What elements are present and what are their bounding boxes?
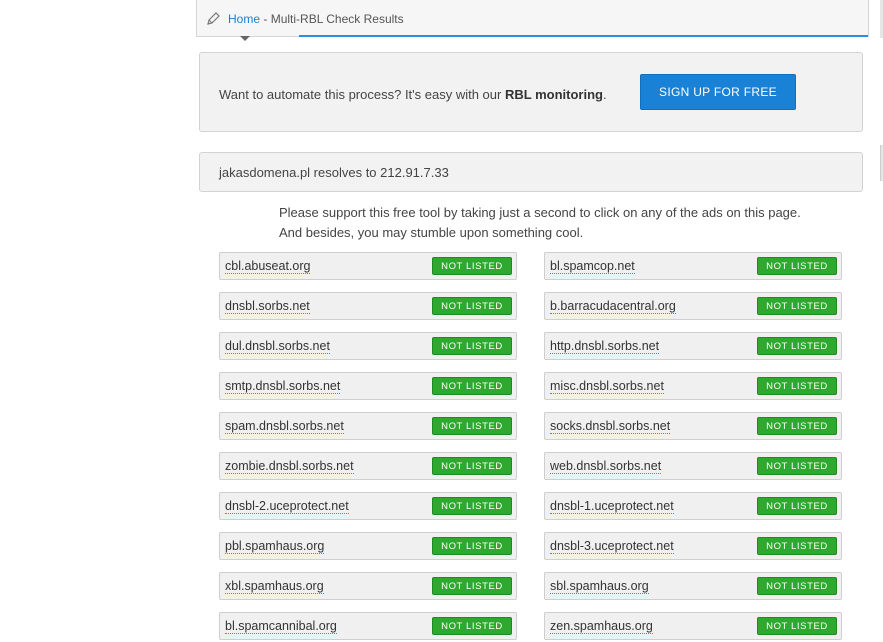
- promo-text-bold: RBL monitoring: [504, 87, 603, 102]
- status-badge: NOT LISTED: [757, 497, 837, 515]
- breadcrumb-bar: Home - Multi-RBL Check Results: [196, 0, 869, 37]
- promo-text: Want to automate this process? It's easy…: [219, 87, 607, 102]
- rbl-host-link[interactable]: dnsbl-2.uceprotect.net: [225, 499, 349, 514]
- rbl-host-link[interactable]: pbl.spamhaus.org: [225, 539, 325, 554]
- breadcrumb-separator: -: [263, 12, 268, 26]
- status-badge: NOT LISTED: [432, 577, 512, 595]
- rbl-result-row: smtp.dnsbl.sorbs.net NOT LISTED: [219, 372, 517, 400]
- rbl-host-link[interactable]: bl.spamcannibal.org: [225, 619, 337, 634]
- rbl-host-link[interactable]: sbl.spamhaus.org: [550, 579, 649, 594]
- support-line-1: Please support this free tool by taking …: [279, 205, 801, 220]
- rbl-result-row: xbl.spamhaus.org NOT LISTED: [219, 572, 517, 600]
- support-line-2: And besides, you may stumble upon someth…: [279, 225, 584, 240]
- rbl-host-link[interactable]: spam.dnsbl.sorbs.net: [225, 419, 344, 434]
- status-badge: NOT LISTED: [757, 297, 837, 315]
- rbl-host-link[interactable]: xbl.spamhaus.org: [225, 579, 324, 594]
- breadcrumb: Home - Multi-RBL Check Results: [228, 12, 404, 26]
- rbl-host-link[interactable]: b.barracudacentral.org: [550, 299, 676, 314]
- status-badge: NOT LISTED: [432, 497, 512, 515]
- rbl-result-row: web.dnsbl.sorbs.net NOT LISTED: [544, 452, 842, 480]
- status-badge: NOT LISTED: [432, 417, 512, 435]
- rbl-host-link[interactable]: http.dnsbl.sorbs.net: [550, 339, 660, 354]
- rbl-result-row: pbl.spamhaus.org NOT LISTED: [219, 532, 517, 560]
- promo-text-tail: .: [602, 87, 607, 102]
- rbl-result-row: misc.dnsbl.sorbs.net NOT LISTED: [544, 372, 842, 400]
- status-badge: NOT LISTED: [432, 257, 512, 275]
- status-badge: NOT LISTED: [757, 257, 837, 275]
- rbl-result-row: bl.spamcannibal.org NOT LISTED: [219, 612, 517, 640]
- rbl-host-link[interactable]: dul.dnsbl.sorbs.net: [225, 339, 330, 354]
- status-badge: NOT LISTED: [432, 537, 512, 555]
- rbl-result-row: dnsbl-2.uceprotect.net NOT LISTED: [219, 492, 517, 520]
- rbl-host-link[interactable]: dnsbl.sorbs.net: [225, 299, 310, 314]
- pencil-icon: [206, 12, 220, 26]
- rbl-result-row: dnsbl-1.uceprotect.net NOT LISTED: [544, 492, 842, 520]
- rbl-result-row: dnsbl.sorbs.net NOT LISTED: [219, 292, 517, 320]
- promo-text-lead: Want to automate this process? It's easy…: [219, 87, 502, 102]
- rbl-result-row: dnsbl-3.uceprotect.net NOT LISTED: [544, 532, 842, 560]
- breadcrumb-home-link[interactable]: Home: [228, 12, 260, 26]
- status-badge: NOT LISTED: [757, 377, 837, 395]
- status-badge: NOT LISTED: [757, 577, 837, 595]
- rbl-host-link[interactable]: bl.spamcop.net: [550, 259, 635, 274]
- rbl-result-row: socks.dnsbl.sorbs.net NOT LISTED: [544, 412, 842, 440]
- rbl-host-link[interactable]: smtp.dnsbl.sorbs.net: [225, 379, 341, 394]
- rbl-host-link[interactable]: dnsbl-3.uceprotect.net: [550, 539, 674, 554]
- page: Home - Multi-RBL Check Results Want to a…: [0, 0, 883, 642]
- rbl-result-row: b.barracudacentral.org NOT LISTED: [544, 292, 842, 320]
- status-badge: NOT LISTED: [757, 337, 837, 355]
- rbl-result-row: bl.spamcop.net NOT LISTED: [544, 252, 842, 280]
- status-badge: NOT LISTED: [757, 537, 837, 555]
- rbl-host-link[interactable]: socks.dnsbl.sorbs.net: [550, 419, 671, 434]
- rbl-result-row: zen.spamhaus.org NOT LISTED: [544, 612, 842, 640]
- status-badge: NOT LISTED: [757, 617, 837, 635]
- rbl-result-row: zombie.dnsbl.sorbs.net NOT LISTED: [219, 452, 517, 480]
- rbl-host-link[interactable]: dnsbl-1.uceprotect.net: [550, 499, 674, 514]
- rbl-result-row: http.dnsbl.sorbs.net NOT LISTED: [544, 332, 842, 360]
- status-badge: NOT LISTED: [432, 617, 512, 635]
- rbl-result-row: sbl.spamhaus.org NOT LISTED: [544, 572, 842, 600]
- rbl-host-link[interactable]: zombie.dnsbl.sorbs.net: [225, 459, 354, 474]
- status-badge: NOT LISTED: [432, 377, 512, 395]
- breadcrumb-current: Multi-RBL Check Results: [270, 12, 404, 26]
- status-badge: NOT LISTED: [432, 337, 512, 355]
- status-badge: NOT LISTED: [757, 457, 837, 475]
- signup-button[interactable]: SIGN UP FOR FREE: [640, 74, 796, 110]
- support-message: Please support this free tool by taking …: [279, 203, 801, 243]
- promo-box: Want to automate this process? It's easy…: [199, 52, 863, 132]
- status-badge: NOT LISTED: [432, 297, 512, 315]
- status-badge: NOT LISTED: [757, 417, 837, 435]
- rbl-host-link[interactable]: zen.spamhaus.org: [550, 619, 653, 634]
- status-badge: NOT LISTED: [432, 457, 512, 475]
- resolve-box: jakasdomena.pl resolves to 212.91.7.33: [199, 152, 863, 192]
- rbl-host-link[interactable]: cbl.abuseat.org: [225, 259, 311, 274]
- resolve-text: jakasdomena.pl resolves to 212.91.7.33: [219, 165, 449, 180]
- breadcrumb-pointer: [240, 36, 250, 41]
- rbl-result-row: dul.dnsbl.sorbs.net NOT LISTED: [219, 332, 517, 360]
- rbl-host-link[interactable]: misc.dnsbl.sorbs.net: [550, 379, 664, 394]
- breadcrumb-underline: [299, 35, 868, 37]
- rbl-result-row: spam.dnsbl.sorbs.net NOT LISTED: [219, 412, 517, 440]
- rbl-host-link[interactable]: web.dnsbl.sorbs.net: [550, 459, 662, 474]
- rbl-result-row: cbl.abuseat.org NOT LISTED: [219, 252, 517, 280]
